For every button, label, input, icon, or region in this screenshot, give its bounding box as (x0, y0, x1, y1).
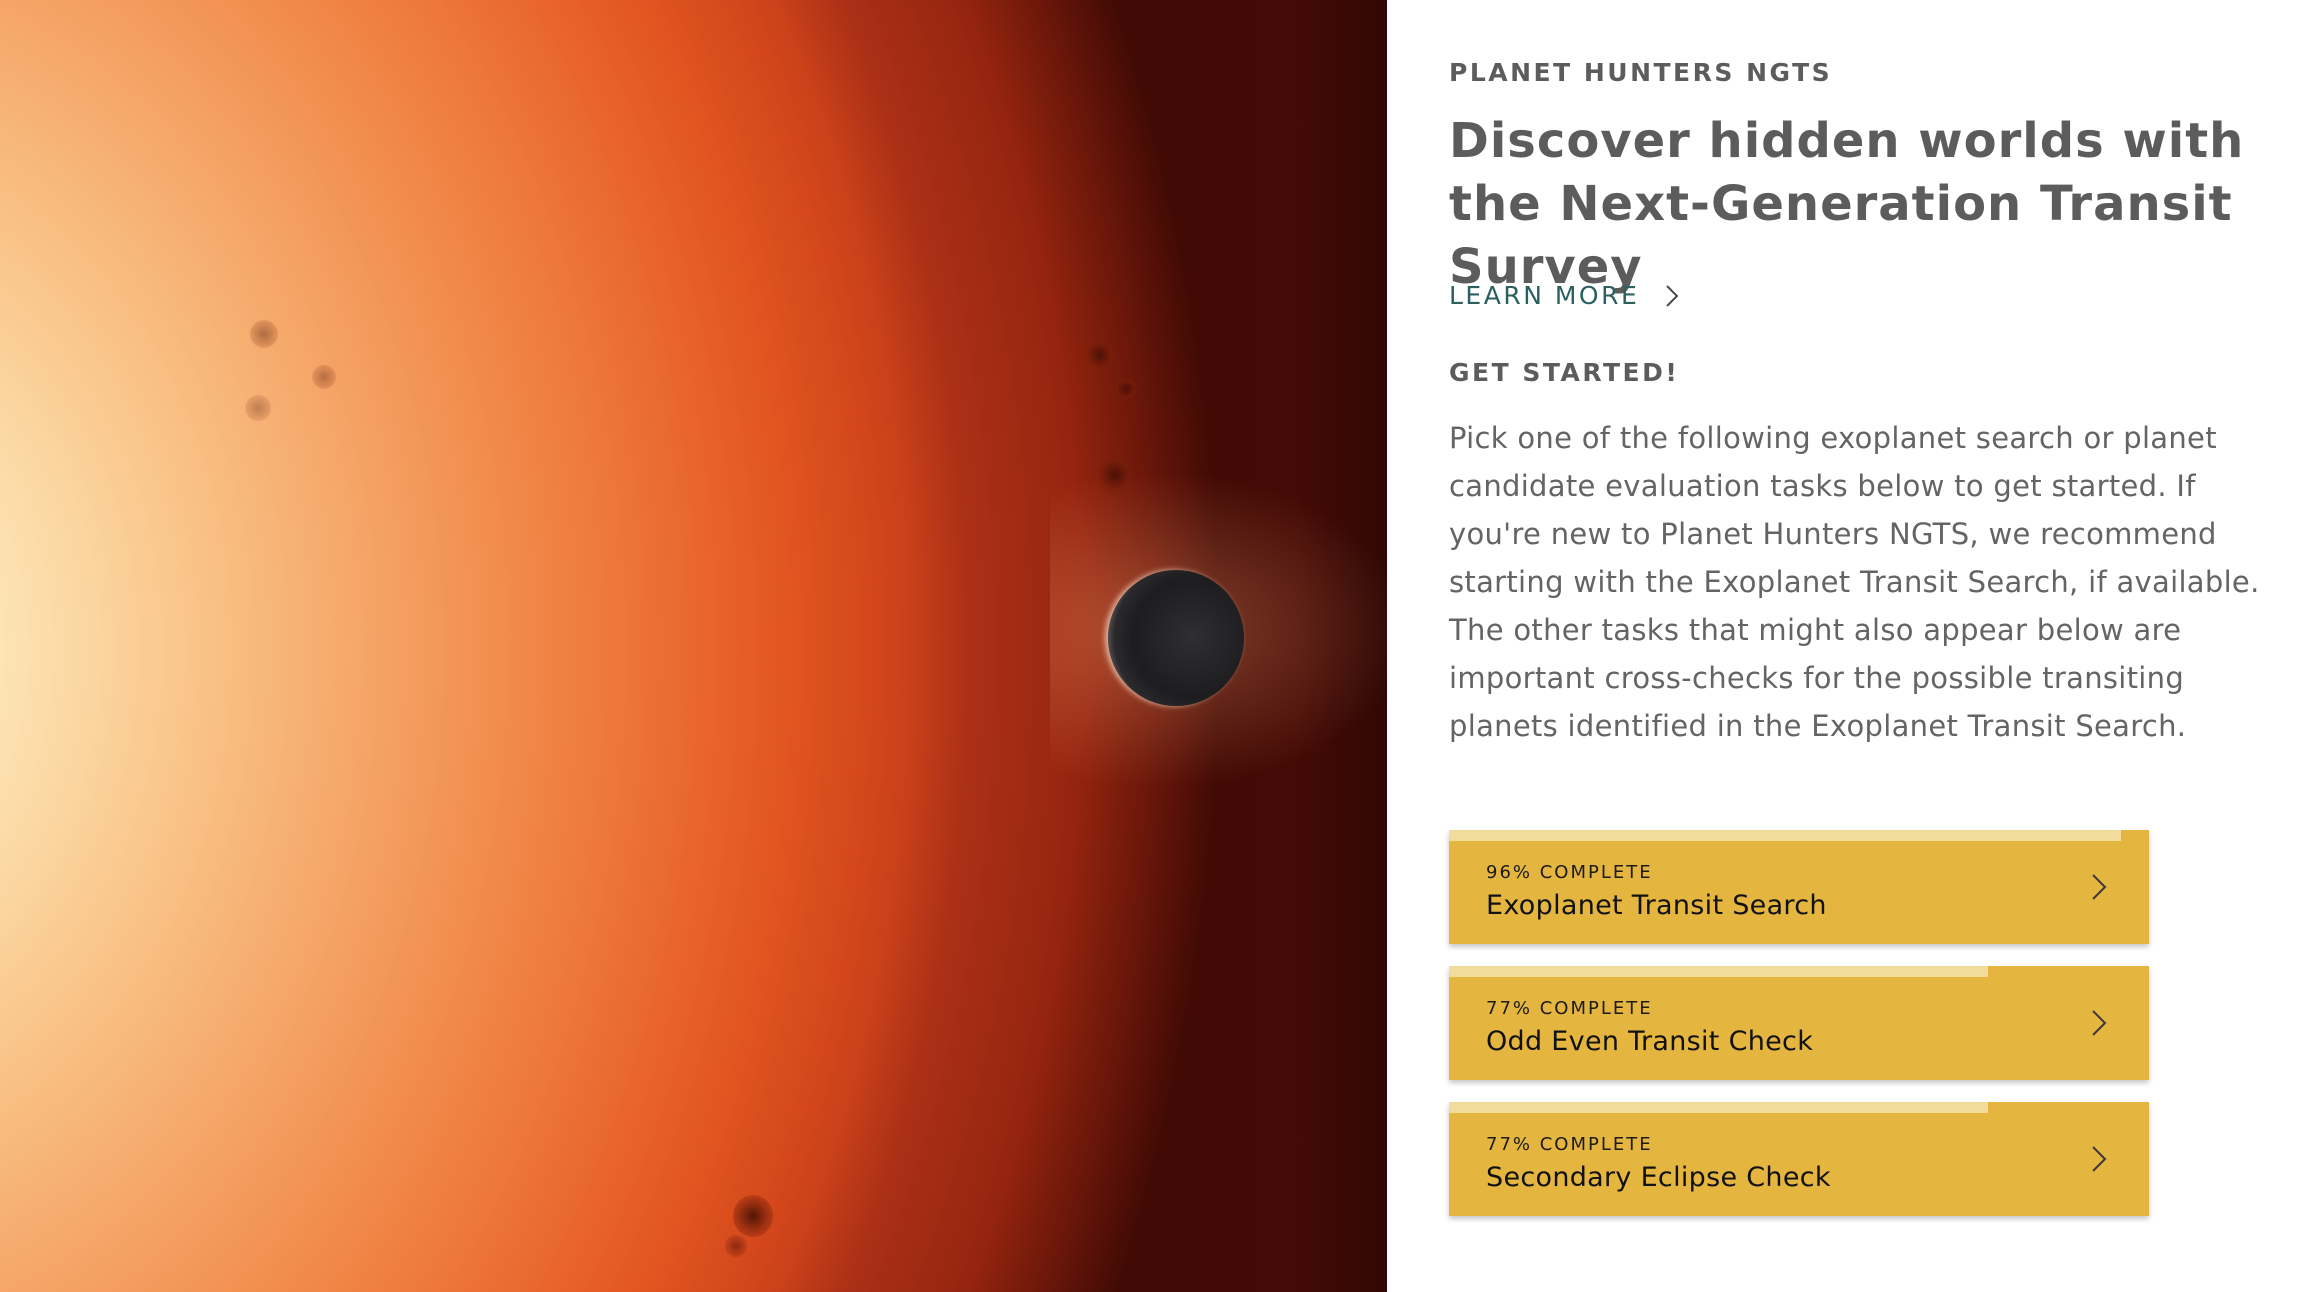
workflow-name: Exoplanet Transit Search (1486, 890, 1827, 921)
chevron-right-icon (2092, 1010, 2107, 1036)
workflow-completion: 77% COMPLETE (1486, 1134, 1653, 1155)
chevron-right-icon (2092, 1146, 2107, 1172)
workflow-name: Secondary Eclipse Check (1486, 1162, 1831, 1193)
get-started-heading: GET STARTED! (1449, 358, 1680, 387)
workflow-button-secondary-eclipse-check[interactable]: 77% COMPLETE Secondary Eclipse Check (1449, 1102, 2149, 1216)
workflow-progress-bar (1449, 830, 2121, 841)
workflow-button-odd-even-transit-check[interactable]: 77% COMPLETE Odd Even Transit Check (1449, 966, 2149, 1080)
sunspot (245, 395, 271, 421)
workflow-completion: 77% COMPLETE (1486, 998, 1653, 1019)
workflow-completion: 96% COMPLETE (1486, 862, 1653, 883)
learn-more-label: LEARN MORE (1449, 281, 1640, 310)
chevron-right-icon (2092, 874, 2107, 900)
learn-more-link[interactable]: LEARN MORE (1449, 281, 1685, 310)
workflow-name: Odd Even Transit Check (1486, 1026, 1814, 1057)
project-headline: Discover hidden worlds with the Next-Gen… (1449, 113, 2245, 295)
sunspot (1115, 378, 1137, 400)
sunspot (1098, 455, 1132, 495)
sunspot (1085, 340, 1115, 370)
workflow-button-exoplanet-transit-search[interactable]: 96% COMPLETE Exoplanet Transit Search (1449, 830, 2149, 944)
project-name: PLANET HUNTERS NGTS (1449, 58, 1833, 87)
sunspot (250, 320, 278, 348)
hero-image (0, 0, 1387, 1292)
sunspot (725, 1235, 747, 1257)
transiting-planet (1108, 570, 1244, 706)
project-home: PLANET HUNTERS NGTS Discover hidden worl… (0, 0, 2300, 1292)
workflow-progress-bar (1449, 1102, 1988, 1113)
get-started-description: Pick one of the following exoplanet sear… (1449, 421, 2260, 743)
workflow-progress-bar (1449, 966, 1988, 977)
workflow-list: 96% COMPLETE Exoplanet Transit Search 77… (1449, 830, 2149, 1238)
chevron-right-icon (1666, 284, 1679, 307)
sunspot (312, 365, 336, 389)
sunspot (733, 1195, 773, 1237)
